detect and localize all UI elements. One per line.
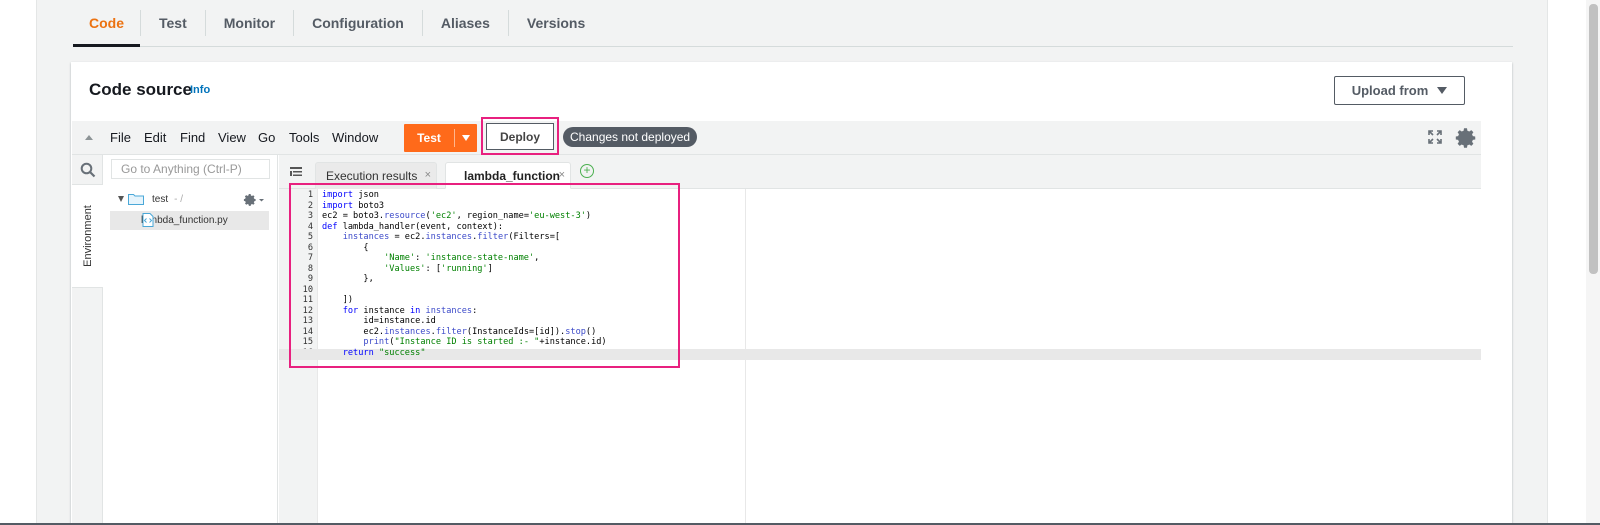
code-line[interactable]: def lambda_handler(event, context):: [322, 222, 607, 233]
menu-tools[interactable]: Tools: [289, 130, 319, 145]
code-line[interactable]: ]): [322, 295, 607, 306]
search-icon[interactable]: [80, 162, 96, 178]
code-line[interactable]: id=instance.id: [322, 316, 607, 327]
folder-icon: [128, 194, 144, 205]
menu-view[interactable]: View: [218, 130, 246, 145]
editor-tab-label: lambda_function: [464, 168, 561, 183]
code-line[interactable]: 'Values': ['running']: [322, 264, 607, 275]
upload-from-label: Upload from: [1351, 83, 1429, 98]
print-margin: [745, 189, 746, 525]
line-number: 2: [307, 200, 313, 211]
code-line[interactable]: print("Instance ID is started :- "+insta…: [322, 337, 606, 348]
expand-icon[interactable]: [1427, 129, 1443, 145]
close-icon[interactable]: ×: [559, 169, 565, 181]
code-line[interactable]: ec2 = boto3.resource('ec2', region_name=…: [322, 211, 607, 222]
line-number: 15: [302, 337, 313, 347]
editor-tab-lambda-function[interactable]: lambda_function ×: [445, 162, 571, 189]
line-numbers: 12345678910111213141516: [279, 190, 313, 358]
collapse-up-icon[interactable]: [85, 135, 93, 140]
line-number: 1: [307, 190, 313, 200]
caret-down-icon: [462, 135, 470, 141]
menu-find[interactable]: Find: [180, 130, 205, 145]
line-number: 4: [307, 221, 313, 232]
line-number: 6: [307, 242, 313, 253]
function-tabs: Code Test Monitor Configuration Aliases …: [73, 0, 1513, 47]
code-line[interactable]: },: [322, 274, 607, 285]
code-line[interactable]: 'Name': 'instance-state-name',: [322, 253, 607, 264]
code-line[interactable]: [322, 285, 607, 296]
upload-from-button[interactable]: Upload from: [1334, 76, 1465, 105]
deploy-status-badge: Changes not deployed: [563, 127, 698, 147]
code-line[interactable]: instances = ec2.instances.filter(Filters…: [322, 232, 607, 243]
expand-arrow-icon[interactable]: [118, 196, 124, 202]
line-number: 14: [302, 326, 313, 337]
menu-go[interactable]: Go: [258, 130, 275, 145]
tab-monitor[interactable]: Monitor: [206, 0, 293, 46]
list-icon[interactable]: [290, 167, 302, 177]
code-text[interactable]: import json import boto3 ec2 = boto3.resou…: [322, 190, 607, 358]
info-link[interactable]: Info: [190, 84, 210, 96]
ide-menubar: File Edit Find View Go Tools Window Test…: [72, 117, 1481, 155]
tab-configuration[interactable]: Configuration: [294, 0, 422, 46]
test-split-button: Test: [404, 124, 477, 152]
scrollbar-thumb[interactable]: [1589, 4, 1598, 274]
line-number: 13: [302, 316, 313, 326]
code-line[interactable]: import json: [322, 190, 607, 201]
folder-path: - /: [174, 193, 184, 205]
code-line[interactable]: ec2.instances.filter(InstanceIds=[id]).s…: [322, 327, 607, 338]
code-line[interactable]: import boto3: [322, 201, 607, 212]
line-number: 8: [307, 263, 313, 274]
goto-anything-input[interactable]: [111, 159, 270, 179]
line-number: 11: [302, 295, 313, 305]
tab-code[interactable]: Code: [73, 0, 140, 47]
deploy-button[interactable]: Deploy: [486, 123, 554, 150]
environment-tab-label: Environment: [81, 205, 94, 267]
gear-icon[interactable]: [243, 193, 265, 207]
code-line[interactable]: {: [322, 243, 607, 254]
line-number: 3: [307, 211, 313, 221]
code-line[interactable]: for instance in instances:: [322, 306, 607, 317]
close-icon[interactable]: ×: [425, 169, 431, 181]
code-editor[interactable]: import json import boto3 ec2 = boto3.resou…: [279, 189, 1481, 525]
menu-window[interactable]: Window: [332, 130, 378, 145]
panel-title: Code source: [89, 80, 192, 99]
file-tree: test - / lambda_function.py: [103, 155, 278, 525]
settings-gear-icon[interactable]: [1454, 126, 1478, 150]
add-icon[interactable]: +: [580, 164, 594, 178]
tab-test[interactable]: Test: [141, 0, 205, 46]
caret-down-icon: [1437, 87, 1448, 94]
test-dropdown-button[interactable]: [455, 124, 477, 152]
line-number: 9: [307, 274, 313, 284]
editor-tab-label: Execution results: [326, 169, 418, 183]
line-number: 12: [302, 305, 313, 316]
tab-aliases[interactable]: Aliases: [423, 0, 508, 46]
python-file-icon: [142, 213, 154, 227]
line-number: 5: [307, 232, 313, 242]
environment-sidebar: Environment: [72, 155, 103, 525]
menu-edit[interactable]: Edit: [144, 130, 166, 145]
test-button[interactable]: Test: [404, 124, 454, 152]
tab-versions[interactable]: Versions: [509, 0, 603, 46]
editor-tab-execution-results[interactable]: Execution results ×: [315, 162, 437, 189]
tree-file-lambda-function[interactable]: lambda_function.py: [110, 211, 269, 230]
folder-name: test: [152, 193, 169, 205]
environment-tab[interactable]: Environment: [72, 184, 103, 288]
line-number: 7: [307, 253, 313, 263]
menu-file[interactable]: File: [110, 130, 131, 145]
page-scrollbar[interactable]: [1586, 0, 1600, 525]
tree-folder-test[interactable]: test - /: [118, 193, 183, 205]
line-number: 10: [302, 284, 313, 295]
cloud9-editor: File Edit Find View Go Tools Window Test…: [72, 117, 1481, 525]
code-line[interactable]: return "success": [322, 348, 607, 359]
file-name: lambda_function.py: [141, 215, 228, 226]
editor-tab-bar: Execution results × lambda_function × +: [279, 155, 1481, 189]
